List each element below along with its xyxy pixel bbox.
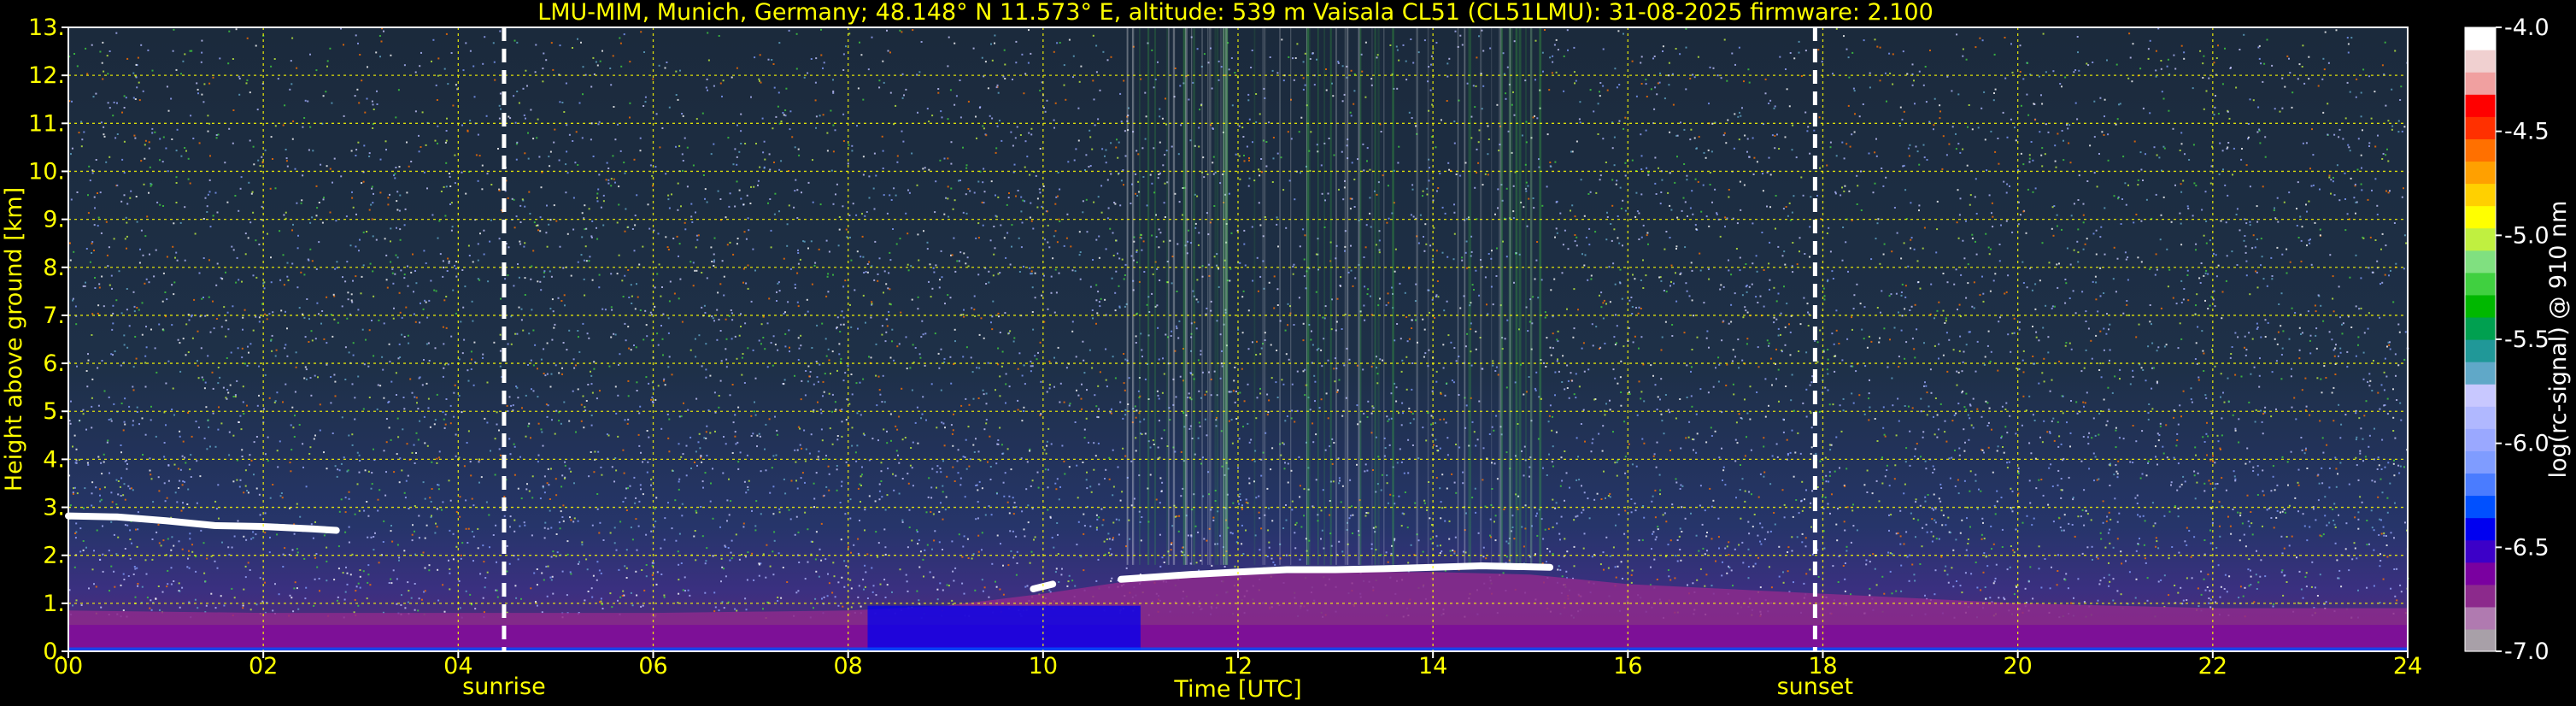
colorbar-tick-label: -4.5 [2504, 119, 2550, 145]
plot-area [65, 26, 2409, 652]
colorbar-segment [2465, 450, 2496, 474]
y-axis: 0. 1. 2. 3. 4. 5. 6. 7. 8. 9. 10. 11. 12. 13. [28, 15, 68, 665]
x-tick-label: 10 [1029, 653, 1058, 680]
y-tick-label: 12. [28, 62, 65, 89]
event-label-sunrise: sunrise [462, 674, 546, 700]
colorbar-segment [2465, 316, 2496, 340]
colorbar-segment [2465, 250, 2496, 274]
colorbar-segment [2465, 116, 2496, 139]
colorbar-tick-label: -5.5 [2504, 327, 2550, 353]
colorbar-segment [2465, 205, 2496, 229]
colorbar-segment [2465, 628, 2496, 652]
x-tick-label: 16 [1613, 653, 1642, 680]
colorbar-tick-label: -6.0 [2504, 431, 2550, 457]
y-tick-label: 7. [43, 303, 65, 329]
x-tick-label: 02 [249, 653, 278, 680]
colorbar-tick-label: -5.0 [2504, 222, 2550, 249]
colorbar-segment [2465, 473, 2496, 497]
y-tick-label: 9. [43, 207, 65, 233]
x-tick-label: 04 [443, 653, 472, 680]
colorbar-tick-label: -7.0 [2504, 638, 2550, 665]
colorbar: -4.0 -4.5 -5.0 -5.5 -6.0 -6.5 -7.0 [2464, 15, 2550, 665]
colorbar-tick-label: -6.5 [2504, 534, 2550, 561]
colorbar-segment [2465, 161, 2496, 185]
x-tick-label: 18 [1808, 653, 1837, 680]
y-tick-label: 10. [28, 158, 65, 185]
convective-layer [867, 605, 1141, 651]
x-tick-label: 08 [833, 653, 862, 680]
colorbar-segment [2465, 406, 2496, 429]
chart-title: LMU-MIM, Munich, Germany; 48.148° N 11.5… [537, 0, 1933, 26]
y-tick-label: 6. [43, 350, 65, 377]
colorbar-segment [2465, 50, 2496, 73]
x-tick-label: 24 [2393, 653, 2422, 680]
y-tick-label: 11. [28, 110, 65, 137]
y-tick-label: 4. [43, 446, 65, 473]
colorbar-segment [2465, 272, 2496, 296]
y-tick-label: 3. [43, 495, 65, 521]
colorbar-segment [2465, 539, 2496, 563]
colorbar-segment [2465, 138, 2496, 162]
y-tick-label: 2. [43, 543, 65, 569]
colorbar-segment [2465, 94, 2496, 117]
colorbar-segment [2465, 517, 2496, 541]
x-tick-label: 14 [1418, 653, 1447, 680]
y-tick-label: 0. [43, 638, 65, 665]
y-tick-label: 1. [43, 591, 65, 617]
colorbar-segment [2465, 183, 2496, 207]
y-tick-label: 13. [28, 15, 65, 41]
colorbar-segment [2465, 495, 2496, 519]
colorbar-segment [2465, 428, 2496, 451]
x-tick-label: 06 [638, 653, 667, 680]
colorbar-segment [2465, 227, 2496, 251]
colorbar-label: log(rc-signal) @ 910 nm [2545, 201, 2572, 479]
ceilometer-chart: LMU-MIM, Munich, Germany; 48.148° N 11.5… [1, 0, 2572, 703]
colorbar-segment [2465, 584, 2496, 608]
colorbar-segment [2465, 339, 2496, 362]
x-tick-label: 20 [2003, 653, 2032, 680]
y-tick-label: 8. [43, 255, 65, 281]
colorbar-segment [2465, 27, 2496, 50]
colorbar-segment [2465, 606, 2496, 630]
colorbar-tick-label: -4.0 [2504, 15, 2550, 41]
y-tick-label: 5. [43, 398, 65, 425]
colorbar-segment [2465, 562, 2496, 585]
colorbar-segment [2465, 384, 2496, 407]
colorbar-segment [2465, 294, 2496, 318]
y-axis-label: Height above ground [km] [1, 187, 27, 491]
colorbar-segment [2465, 362, 2496, 385]
x-tick-label: 22 [2198, 653, 2227, 680]
colorbar-segment [2465, 72, 2496, 95]
x-axis-label: Time [UTC] [1173, 676, 1301, 703]
